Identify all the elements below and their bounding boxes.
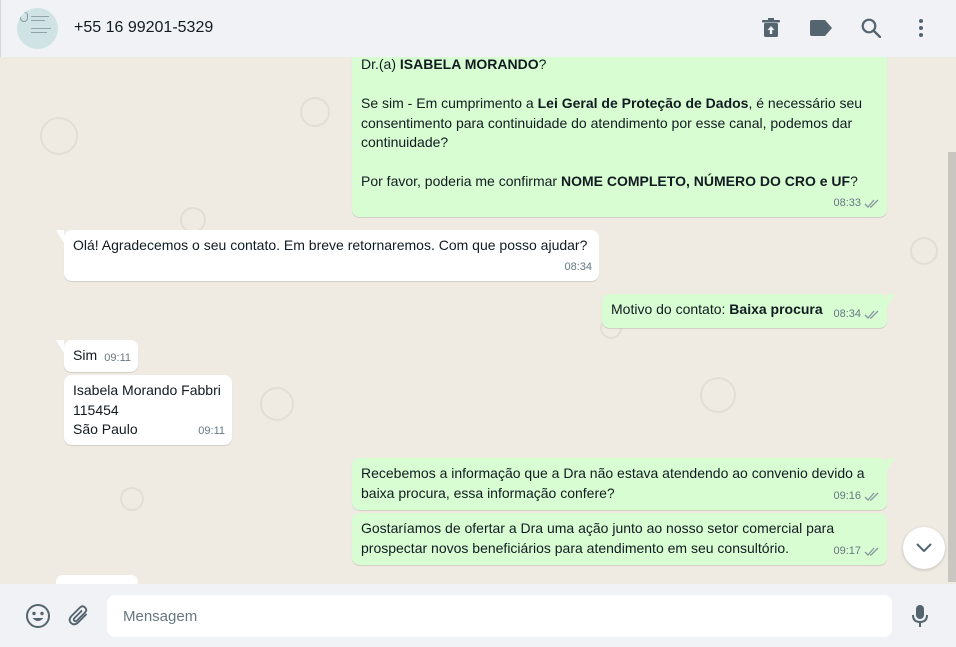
message-time: 09:17 [833, 544, 861, 557]
archive-icon[interactable] [759, 16, 783, 40]
outgoing-message[interactable]: Motivo do contato: Baixa procura 08:34 [602, 294, 895, 328]
attach-icon[interactable] [66, 603, 92, 629]
outgoing-message[interactable]: Gostaríamos de ofertar a Dra uma ação ju… [352, 513, 887, 565]
incoming-message[interactable]: Sim 09:11 [56, 340, 138, 372]
contact-name[interactable]: +55 16 99201-5329 [74, 19, 213, 37]
read-receipt-icon [864, 199, 879, 208]
wallpaper-doodle [120, 487, 144, 511]
message-text: Gostaríamos de ofertar a Dra uma ação ju… [361, 520, 835, 556]
message-time: 09:11 [104, 351, 131, 364]
wallpaper-doodle [700, 377, 736, 413]
chat-scrollbar[interactable] [948, 152, 956, 582]
bubble-tail [56, 340, 64, 353]
avatar-graphic-line [31, 20, 45, 21]
chat-header: +55 16 99201-5329 [0, 0, 956, 57]
message-time: 08:33 [833, 196, 861, 209]
read-receipt-icon [864, 492, 879, 501]
message-meta: 08:34 [564, 258, 592, 278]
message-time: 09:16 [833, 489, 861, 502]
message-meta: 09:11 [104, 349, 131, 369]
avatar-graphic-line [31, 28, 51, 29]
message-time: 08:34 [833, 307, 861, 320]
bubble-tail [887, 458, 895, 471]
read-receipt-icon [864, 310, 879, 319]
contact-avatar[interactable] [17, 8, 58, 49]
incoming-message[interactable]: Olá! Agradecemos o seu contato. Em breve… [56, 230, 599, 281]
compose-bar [0, 584, 956, 647]
avatar-graphic-line [31, 32, 47, 33]
outgoing-message[interactable]: Dr.(a) ISABELA MORANDO? Se sim - Em cump… [352, 57, 887, 217]
incoming-message[interactable]: Isabela Morando Fabbri 115454 São Paulo … [64, 375, 232, 445]
wallpaper-doodle [40, 117, 78, 155]
message-text: Dr.(a) ISABELA MORANDO? [361, 57, 547, 72]
message-text: Se sim - Em cumprimento a Lei Geral de P… [361, 95, 863, 150]
search-icon[interactable] [859, 16, 883, 40]
bubble-tail [56, 230, 64, 243]
scroll-to-bottom-button[interactable] [903, 527, 945, 569]
emoji-icon[interactable] [25, 603, 51, 629]
message-meta: 09:17 [833, 542, 880, 562]
wallpaper-doodle [910, 237, 938, 265]
message-meta: 08:34 [833, 305, 880, 325]
chevron-down-icon [916, 543, 932, 552]
outgoing-message[interactable]: Recebemos a informação que a Dra não est… [352, 458, 895, 510]
message-time: 09:11 [198, 424, 225, 437]
conversation-panel[interactable]: Dr.(a) ISABELA MORANDO? Se sim - Em cump… [0, 57, 956, 584]
mic-icon[interactable] [907, 603, 933, 629]
message-meta: 09:11 [198, 422, 225, 442]
incoming-message[interactable] [56, 575, 138, 584]
read-receipt-icon [864, 547, 879, 556]
message-meta: 08:33 [833, 194, 880, 214]
message-time: 08:34 [564, 260, 592, 273]
menu-icon[interactable] [909, 16, 933, 40]
avatar-graphic-line [31, 16, 49, 17]
bubble-tail [887, 294, 895, 307]
wallpaper-doodle [260, 387, 294, 421]
avatar-logo-icon [20, 12, 28, 22]
message-input[interactable] [107, 595, 892, 637]
message-meta: 09:16 [833, 487, 880, 507]
wallpaper-doodle [300, 97, 330, 127]
message-text: Olá! Agradecemos o seu contato. Em breve… [73, 237, 588, 253]
message-text: Recebemos a informação que a Dra não est… [361, 465, 865, 501]
label-icon[interactable] [809, 16, 833, 40]
message-text: Por favor, poderia me confirmar NOME COM… [361, 173, 858, 189]
